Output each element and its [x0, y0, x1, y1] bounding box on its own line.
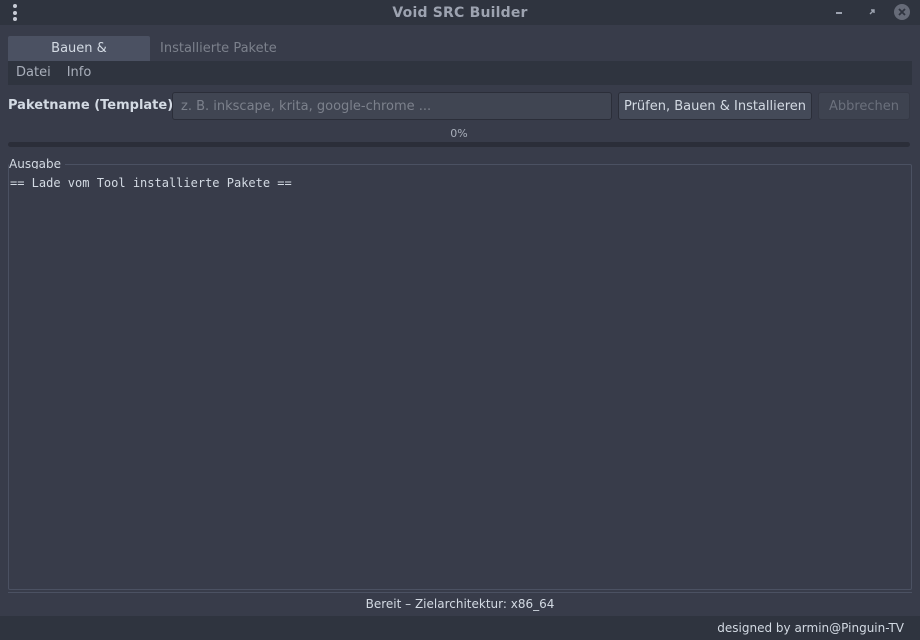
footer: designed by armin@Pinguin-TV	[0, 616, 920, 640]
output-group: Ausgabe == Lade vom Tool installierte Pa…	[8, 157, 912, 590]
status-bar: Bereit – Zielarchitektur: x86_64	[8, 592, 912, 615]
minimize-icon[interactable]	[831, 4, 847, 20]
tab-installed-packages[interactable]: Installierte Pakete	[150, 36, 287, 61]
menu-file[interactable]: Datei	[8, 61, 59, 85]
app-window: Void SRC Builder Bauen & Installieren In…	[0, 0, 920, 640]
credit-text: designed by armin@Pinguin-TV	[717, 621, 904, 635]
tab-content: Datei Info Paketname (Template): Prüfen,…	[0, 61, 920, 616]
cancel-button: Abbrechen	[818, 92, 910, 120]
build-install-button[interactable]: Prüfen, Bauen & Installieren	[618, 92, 812, 120]
maximize-icon[interactable]	[864, 4, 880, 20]
menu-bar: Datei Info	[8, 61, 912, 85]
progress-label: 0%	[450, 127, 468, 140]
package-name-label: Paketname (Template):	[8, 98, 179, 113]
title-bar[interactable]: Void SRC Builder	[0, 0, 920, 25]
window-menu-icon[interactable]	[10, 4, 20, 21]
window-title: Void SRC Builder	[392, 4, 528, 21]
menu-info[interactable]: Info	[59, 61, 100, 85]
tab-bar: Bauen & Installieren Installierte Pakete	[0, 36, 920, 81]
progress-bar	[8, 142, 910, 147]
tab-build-install[interactable]: Bauen & Installieren	[8, 36, 150, 81]
close-icon[interactable]	[894, 4, 910, 20]
package-name-input[interactable]	[172, 92, 612, 120]
status-text: Bereit – Zielarchitektur: x86_64	[365, 597, 555, 611]
output-log[interactable]: == Lade vom Tool installierte Pakete ==	[10, 169, 910, 589]
